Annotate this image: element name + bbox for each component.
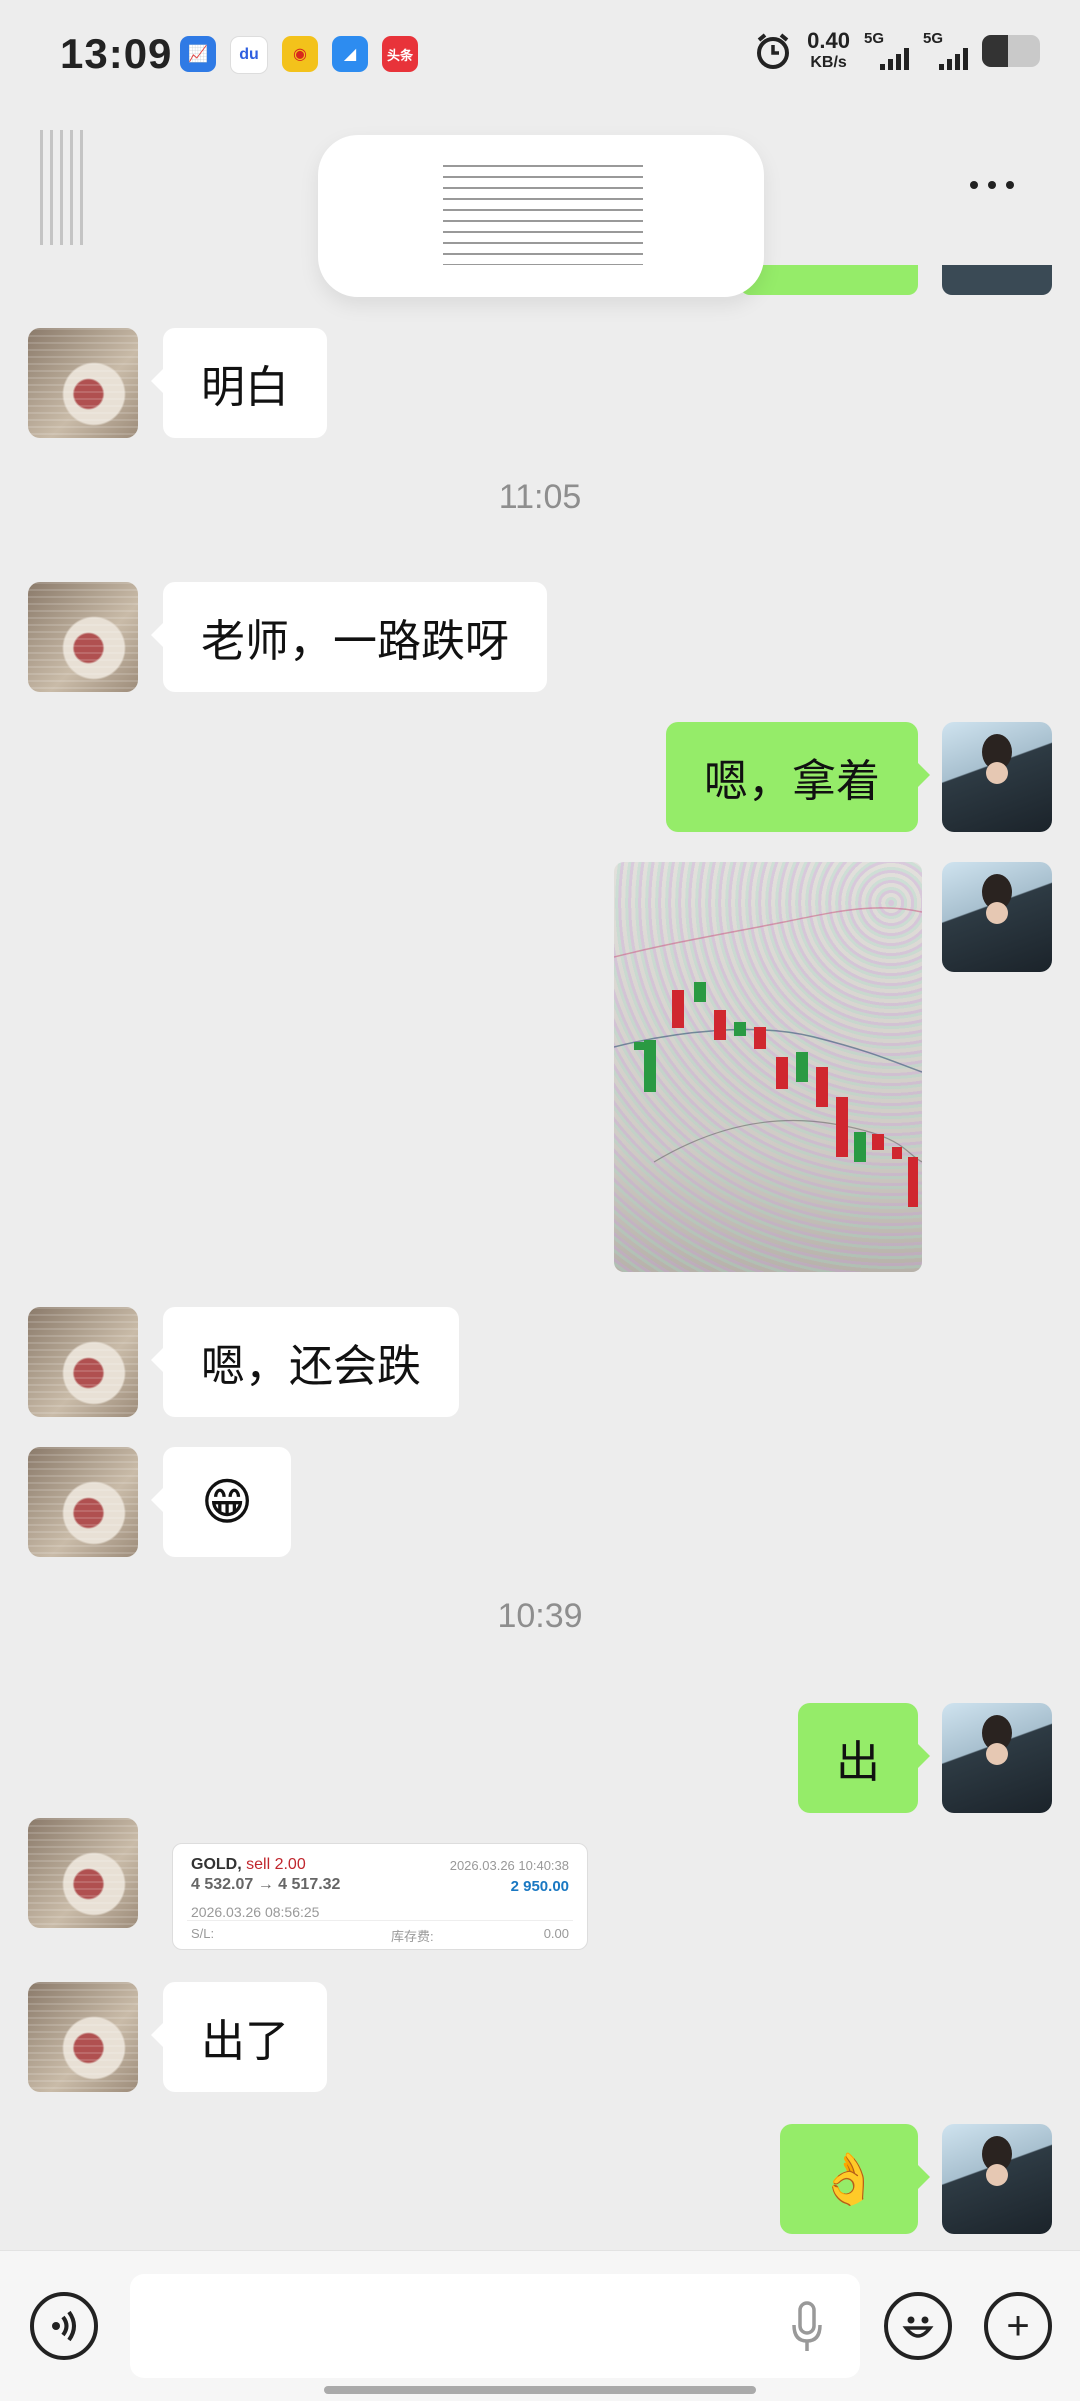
- trade-screenshot-card[interactable]: GOLD, sell 2.00 4 532.07 → 4 517.32 2026…: [172, 1843, 588, 1950]
- message-bubble[interactable]: 明白: [151, 328, 327, 438]
- trade-action: sell 2.00: [246, 1856, 306, 1873]
- obscured-text: [443, 165, 643, 265]
- self-avatar[interactable]: [942, 265, 1052, 295]
- status-time: 13:09: [60, 30, 173, 77]
- input-bar: +: [0, 2250, 1080, 2401]
- notification-icons: 📈 du ◉ ◢ 头条: [180, 36, 418, 74]
- home-indicator[interactable]: [324, 2386, 756, 2394]
- signal-5g-2: 5G: [923, 31, 968, 70]
- contact-avatar[interactable]: [28, 1447, 138, 1557]
- weibo-icon: ◉: [282, 36, 318, 72]
- storage-fee-value: 0.00: [543, 1926, 569, 1941]
- previous-message-bubble: [740, 265, 918, 295]
- contact-avatar[interactable]: [28, 1818, 138, 1928]
- self-avatar[interactable]: [942, 1703, 1052, 1813]
- self-avatar[interactable]: [942, 2124, 1052, 2234]
- message-input[interactable]: [130, 2274, 860, 2378]
- signal-bars-icon: [880, 48, 909, 70]
- storage-fee-label: 库存费:: [391, 1929, 434, 1944]
- message-bubble[interactable]: 老师，一路跌呀: [151, 582, 547, 692]
- signal-label: 5G: [864, 30, 885, 47]
- status-bar: 13:09 📈 du ◉ ◢ 头条 0.40 KB/s 5G 5G: [0, 0, 1080, 110]
- emoji-button[interactable]: [884, 2292, 952, 2360]
- status-indicators: 0.40 KB/s 5G 5G: [753, 30, 1040, 71]
- trade-prices: 4 532.07 → 4 517.32: [191, 1876, 341, 1893]
- message-bubble-self[interactable]: 出: [798, 1703, 930, 1813]
- chart-app-icon: 📈: [180, 36, 216, 72]
- trade-open-time: 2026.03.26 08:56:25: [191, 1904, 320, 1920]
- divider: [187, 1920, 573, 1921]
- signal-label: 5G: [923, 30, 944, 47]
- contact-avatar[interactable]: [28, 582, 138, 692]
- alarm-icon: [757, 32, 790, 69]
- self-avatar[interactable]: [942, 722, 1052, 832]
- candlestick-chart-icon: [614, 907, 922, 1207]
- net-speed-unit: KB/s: [810, 54, 847, 71]
- signal-5g-1: 5G: [864, 31, 909, 70]
- microphone-icon[interactable]: [792, 2301, 822, 2355]
- trade-profit: 2 950.00: [510, 1878, 569, 1895]
- signal-bars-icon: [939, 48, 968, 70]
- chat-title-card-obscured[interactable]: [318, 135, 764, 297]
- back-area-obscured[interactable]: [40, 130, 90, 245]
- self-avatar[interactable]: [942, 862, 1052, 972]
- message-bubble-self[interactable]: 嗯，拿着: [666, 722, 930, 832]
- battery-level: [982, 34, 1009, 67]
- message-bubble[interactable]: 嗯，还会跌: [151, 1307, 459, 1417]
- stop-loss-label: S/L:: [191, 1926, 215, 1941]
- battery-icon: [982, 34, 1040, 67]
- toutiao-icon: 头条: [382, 36, 418, 72]
- voice-waves-icon: [52, 2310, 76, 2342]
- trade-symbol: GOLD, sell 2.00: [191, 1856, 306, 1873]
- baidu-icon: du: [230, 36, 268, 74]
- net-speed-value: 0.40: [807, 28, 850, 53]
- timestamp: 11:05: [498, 478, 582, 516]
- plus-button[interactable]: +: [984, 2292, 1052, 2360]
- voice-toggle-button[interactable]: [30, 2292, 98, 2360]
- plus-icon: +: [1006, 2304, 1030, 2348]
- message-bubble[interactable]: 出了: [151, 1982, 327, 2092]
- smiley-icon: [902, 2316, 934, 2338]
- emoji-bubble[interactable]: 😁: [150, 1447, 292, 1557]
- more-options-icon[interactable]: [970, 170, 1030, 200]
- contact-avatar[interactable]: [28, 328, 138, 438]
- trade-close-time: 2026.03.26 10:40:38: [449, 1858, 569, 1873]
- network-speed: 0.40 KB/s: [807, 30, 850, 71]
- contact-avatar[interactable]: [28, 1307, 138, 1417]
- feishu-icon: ◢: [332, 36, 368, 72]
- timestamp: 10:39: [497, 1597, 583, 1635]
- emoji-bubble-self[interactable]: 👌: [779, 2124, 931, 2234]
- contact-avatar[interactable]: [28, 1982, 138, 2092]
- candlestick-chart-photo[interactable]: [614, 862, 922, 1272]
